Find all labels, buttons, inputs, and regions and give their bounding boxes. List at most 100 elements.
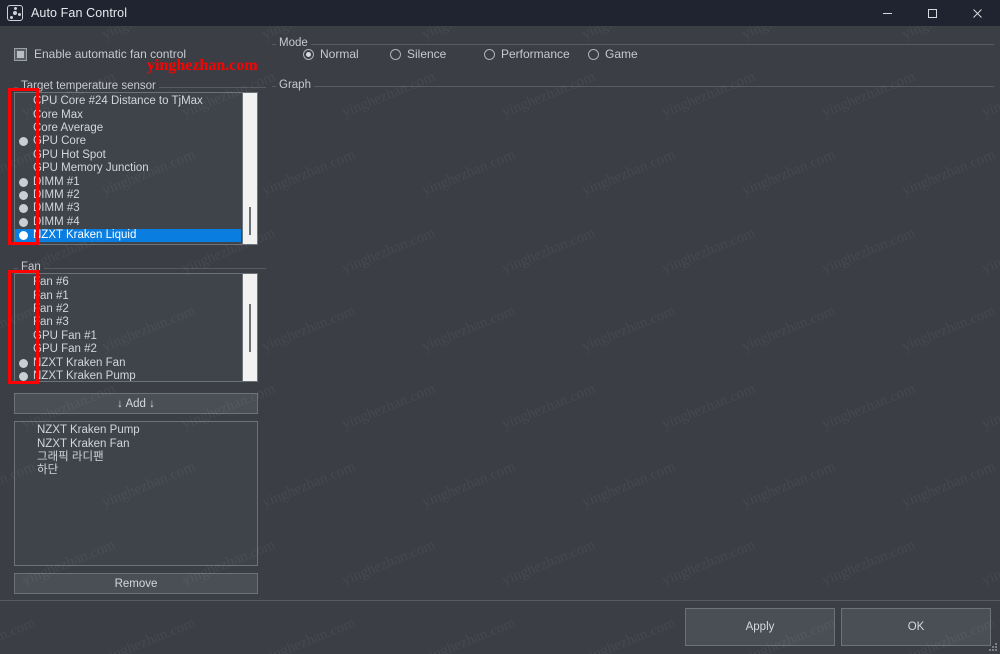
list-item-label: NZXT Kraken Pump — [37, 424, 140, 437]
radio-button-icon[interactable] — [484, 48, 495, 60]
radio-placeholder-icon — [19, 111, 28, 120]
list-item-label: NZXT Kraken Pump — [33, 369, 136, 382]
ok-button[interactable]: OK — [841, 608, 991, 646]
list-item-label: Fan #3 — [33, 316, 69, 329]
add-button[interactable]: ↓ Add ↓ — [14, 393, 258, 414]
radio-button-icon[interactable] — [19, 231, 28, 241]
graph-group: Graph — [272, 79, 994, 91]
radio-placeholder-icon — [19, 97, 28, 106]
radio-button-icon[interactable] — [19, 204, 28, 214]
mode-option-label: Normal — [320, 47, 359, 61]
radio-button-icon[interactable] — [303, 48, 314, 60]
list-item[interactable]: DIMM #3 — [15, 202, 241, 215]
resize-grip[interactable] — [987, 641, 997, 651]
add-button-label: ↓ Add ↓ — [117, 397, 155, 410]
mode-option-label: Game — [605, 47, 638, 61]
list-item[interactable]: GPU Memory Junction — [15, 162, 241, 175]
list-item[interactable]: Core Max — [15, 108, 241, 121]
list-item-label: Core Max — [33, 108, 83, 121]
list-item-label: Fan #1 — [33, 289, 69, 302]
radio-placeholder-icon — [19, 332, 28, 341]
list-item-label: 하단 — [37, 464, 59, 477]
enable-automatic-fan-control-row[interactable]: Enable automatic fan control — [14, 47, 186, 61]
list-item[interactable]: 하단 — [15, 464, 257, 477]
fan-list-rows: Fan #6 Fan #1 Fan #2 Fan #3 GPU Fan #1 GPU Fa… — [15, 276, 241, 381]
list-item-label: Core Average — [33, 121, 104, 134]
apply-button[interactable]: Apply — [685, 608, 835, 646]
list-item-label: GPU Memory Junction — [33, 162, 149, 175]
list-item[interactable]: DIMM #2 — [15, 189, 241, 202]
remove-button-label: Remove — [114, 577, 158, 590]
list-item[interactable]: DIMM #1 — [15, 175, 241, 188]
list-item-label: NZXT Kraken Fan — [37, 437, 130, 450]
fan-scrollbar[interactable] — [242, 274, 257, 381]
ok-button-label: OK — [907, 621, 925, 633]
list-item[interactable]: NZXT Kraken Liquid — [15, 228, 241, 243]
list-item[interactable]: CPU Core #24 Distance to TjMax — [15, 95, 241, 108]
watermark-text: yinghezhan.com — [100, 615, 198, 654]
list-item[interactable]: 그래픽 라디팬 — [15, 451, 257, 464]
watermark-text: yinghezhan.com — [580, 615, 678, 654]
radio-placeholder-icon — [19, 292, 28, 301]
list-item[interactable]: GPU Core — [15, 135, 241, 148]
apply-button-label: Apply — [745, 621, 775, 633]
list-item[interactable]: GPU Hot Spot — [15, 149, 241, 162]
list-item[interactable]: Fan #6 — [15, 276, 241, 289]
enable-automatic-fan-control-checkbox[interactable] — [14, 47, 27, 61]
list-item[interactable]: Fan #2 — [15, 303, 241, 316]
radio-placeholder-icon — [19, 278, 28, 287]
maximize-button[interactable] — [910, 0, 955, 26]
mode-option-label: Performance — [501, 47, 570, 61]
radio-button-icon[interactable] — [19, 137, 28, 147]
selected-fans-listbox[interactable]: NZXT Kraken Pump NZXT Kraken Fan 그래픽 라디팬 하단 — [14, 421, 258, 566]
list-item[interactable]: NZXT Kraken Fan — [15, 356, 241, 369]
target-temperature-sensor-group: Target temperature sensor — [14, 80, 266, 92]
list-item[interactable]: NZXT Kraken Pump — [15, 369, 241, 382]
list-item[interactable]: Fan #1 — [15, 289, 241, 302]
list-item[interactable]: DIMM #4 — [15, 216, 241, 229]
enable-automatic-fan-control-label: Enable automatic fan control — [34, 47, 187, 61]
list-item[interactable]: Fan #3 — [15, 316, 241, 329]
list-item[interactable]: GPU Fan #1 — [15, 330, 241, 343]
remove-button[interactable]: Remove — [14, 573, 258, 594]
radio-placeholder-icon — [19, 124, 28, 133]
radio-button-icon[interactable] — [390, 48, 401, 60]
graph-group-label: Graph — [276, 79, 314, 91]
list-item[interactable]: NZXT Kraken Pump — [15, 424, 257, 437]
mode-option-game[interactable]: Game — [588, 47, 638, 61]
radio-button-icon[interactable] — [588, 48, 599, 60]
fan-group: Fan — [14, 261, 266, 273]
list-item-label: GPU Core — [33, 135, 87, 148]
sensor-scrollbar-thumb[interactable] — [249, 207, 251, 235]
mode-option-silence[interactable]: Silence — [390, 47, 446, 61]
list-item-label: NZXT Kraken Fan — [33, 356, 126, 369]
target-temperature-sensor-group-label: Target temperature sensor — [18, 80, 159, 92]
fan-listbox[interactable]: Fan #6 Fan #1 Fan #2 Fan #3 GPU Fan #1 GPU Fa… — [14, 273, 258, 382]
list-item[interactable]: GPU Fan #2 — [15, 343, 241, 356]
close-button[interactable] — [955, 0, 1000, 26]
list-item[interactable]: NZXT Kraken Fan — [15, 437, 257, 450]
radio-placeholder-icon — [19, 318, 28, 327]
list-item-label: Fan #6 — [33, 276, 69, 289]
radio-button-icon[interactable] — [19, 371, 28, 381]
radio-button-icon[interactable] — [19, 358, 28, 368]
mode-option-normal[interactable]: Normal — [303, 47, 359, 61]
mode-option-performance[interactable]: Performance — [484, 47, 570, 61]
fan-scrollbar-thumb[interactable] — [249, 304, 251, 352]
auto-fan-control-window: Auto Fan Control Enable automatic fan co… — [0, 0, 1000, 654]
fan-group-label: Fan — [18, 261, 44, 273]
radio-button-icon[interactable] — [19, 190, 28, 200]
radio-button-icon[interactable] — [19, 177, 28, 187]
list-item-label: NZXT Kraken Liquid — [33, 229, 137, 242]
watermark-text: yinghezhan.com — [260, 615, 358, 654]
list-item[interactable]: Core Average — [15, 122, 241, 135]
minimize-button[interactable] — [865, 0, 910, 26]
fan-icon — [7, 5, 23, 21]
list-item-label: DIMM #1 — [33, 175, 80, 188]
list-item-label: GPU Fan #1 — [33, 329, 97, 342]
radio-button-icon[interactable] — [19, 217, 28, 227]
sensor-scrollbar[interactable] — [242, 93, 257, 244]
radio-placeholder-icon — [19, 151, 28, 160]
graph-canvas[interactable] — [272, 90, 994, 575]
sensor-listbox[interactable]: CPU Core #24 Distance to TjMax Core Max Co… — [14, 92, 258, 245]
